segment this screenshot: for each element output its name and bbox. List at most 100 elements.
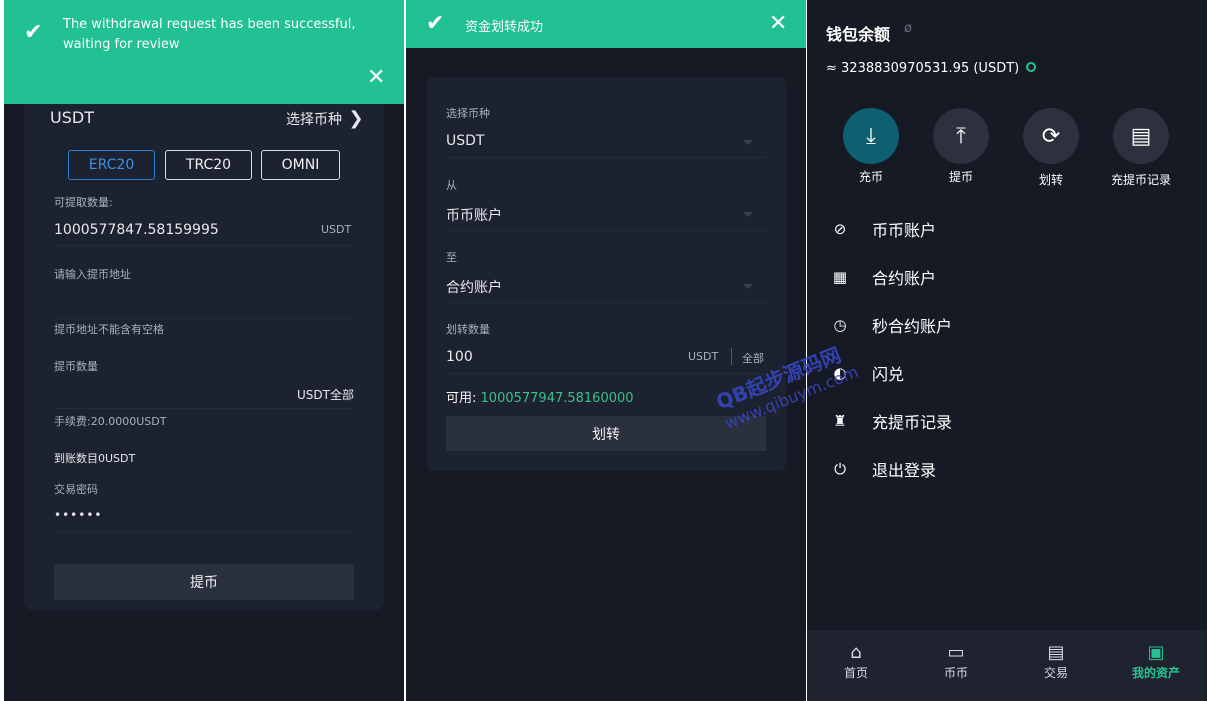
- action-label: 划转: [1038, 173, 1063, 187]
- action-records[interactable]: ▤ 充提币记录: [1096, 108, 1186, 188]
- power-icon: ⏻: [834, 460, 846, 478]
- home-icon: ⌂: [850, 642, 862, 663]
- menu-label: 合约账户: [872, 269, 937, 288]
- coin-name: USDT: [50, 108, 94, 127]
- clock-icon: ◷: [833, 316, 847, 334]
- divider: [54, 408, 354, 409]
- withdraw-panel: ✔ The withdrawal request has been succes…: [4, 0, 404, 701]
- action-label: 充币: [858, 170, 883, 184]
- available-unit: USDT: [321, 223, 352, 236]
- check-icon: ✔: [426, 11, 445, 36]
- transfer-all-button[interactable]: 全部: [742, 350, 764, 366]
- document-icon: ▤: [1113, 108, 1169, 164]
- tab-label: 我的资产: [1131, 666, 1180, 680]
- caret-down-icon: [743, 212, 753, 217]
- address-note: 提币地址不能含有空格: [54, 323, 164, 336]
- to-account-select[interactable]: 合约账户: [446, 277, 502, 297]
- wallet-panel: 钱包余额 ø ≈ 3238830970531.95 (USDT) ⤓ 充币 ⤒ …: [807, 0, 1207, 701]
- upload-icon: ⤒: [933, 108, 989, 164]
- coin-select-label: 选择币种: [446, 107, 490, 120]
- download-icon: ⤓: [843, 108, 899, 164]
- refresh-icon: ⟳: [1023, 108, 1079, 164]
- from-account-select[interactable]: 币币账户: [446, 205, 502, 225]
- menu-records[interactable]: ♜ 充提币记录: [831, 409, 952, 433]
- arrival-text: 到账数目0USDT: [54, 452, 136, 465]
- available-row: 可用: 1000577947.58160000: [446, 387, 634, 406]
- menu-label: 秒合约账户: [872, 317, 953, 336]
- select-coin-label: 选择币种: [286, 112, 342, 128]
- toast-message: 资金划转成功: [465, 20, 544, 35]
- available-label: 可提取数量:: [54, 196, 113, 209]
- divider: [54, 318, 354, 319]
- amount-input[interactable]: 100: [446, 349, 473, 365]
- menu-logout[interactable]: ⏻ 退出登录: [831, 457, 936, 481]
- eye-icon[interactable]: [1026, 62, 1036, 72]
- withdraw-submit-button[interactable]: 提币: [54, 564, 354, 600]
- menu-label: 退出登录: [872, 461, 937, 480]
- available-value: 1000577947.58160000: [480, 391, 634, 406]
- divider: [54, 532, 354, 533]
- wallet-title: 钱包余额: [826, 25, 891, 44]
- divider: [446, 157, 766, 158]
- folder-icon: ▭: [947, 642, 965, 663]
- tab-label: 币币: [943, 666, 968, 680]
- action-label: 充提币记录: [1110, 173, 1171, 187]
- tab-spot[interactable]: ▭ 币币: [916, 642, 996, 681]
- menu-spot-account[interactable]: ⊘ 币币账户: [831, 217, 936, 241]
- menu-second-contract-account[interactable]: ◷ 秒合约账户: [831, 313, 952, 337]
- network-erc20-button[interactable]: ERC20: [68, 150, 155, 180]
- transfer-submit-button[interactable]: 划转: [446, 416, 766, 451]
- menu-label: 充提币记录: [872, 413, 953, 432]
- amount-label: 提币数量: [54, 360, 98, 373]
- transfer-success-toast: ✔ 资金划转成功 ✕: [406, 0, 806, 48]
- amount-unit: USDT: [688, 350, 719, 363]
- withdraw-success-toast: ✔ The withdrawal request has been succes…: [4, 0, 404, 104]
- tab-trade[interactable]: ▤ 交易: [1016, 642, 1096, 681]
- divider: [446, 230, 766, 231]
- action-transfer[interactable]: ⟳ 划转: [1006, 108, 1096, 188]
- menu-label: 闪兑: [872, 365, 905, 384]
- address-input[interactable]: 请输入提币地址: [54, 266, 131, 282]
- chevron-right-icon: ❯: [348, 108, 364, 129]
- network-trc20-button[interactable]: TRC20: [165, 150, 252, 180]
- tab-label: 首页: [843, 666, 868, 680]
- tab-home[interactable]: ⌂ 首页: [816, 642, 896, 681]
- caret-down-icon: [743, 140, 753, 145]
- amount-all-button[interactable]: USDT全部: [297, 386, 354, 403]
- trade-icon: ▤: [1047, 642, 1065, 663]
- from-label: 从: [446, 179, 457, 192]
- bottom-tab-bar: ⌂ 首页 ▭ 币币 ▤ 交易 ▣ 我的资产: [807, 630, 1207, 701]
- fee-text: 手续费:20.0000USDT: [54, 415, 167, 428]
- close-icon[interactable]: ✕: [367, 67, 385, 89]
- action-withdraw[interactable]: ⤒ 提币: [916, 108, 1006, 185]
- menu-contract-account[interactable]: ▦ 合约账户: [831, 265, 936, 289]
- wallet-balance: ≈ 3238830970531.95 (USDT): [826, 61, 1020, 76]
- unit-separator: [731, 348, 732, 365]
- divider: [446, 373, 766, 374]
- action-deposit[interactable]: ⤓ 充币: [826, 108, 916, 185]
- available-label: 可用:: [446, 391, 477, 406]
- caret-down-icon: [743, 284, 753, 289]
- toast-message: The withdrawal request has been successf…: [63, 17, 356, 52]
- coin-select[interactable]: USDT: [446, 133, 484, 149]
- amount-label: 划转数量: [446, 323, 490, 336]
- divider: [446, 302, 766, 303]
- menu-label: 币币账户: [872, 221, 937, 240]
- available-value: 1000577847.58159995: [54, 222, 219, 238]
- network-omni-button[interactable]: OMNI: [261, 150, 340, 180]
- check-icon: ✔: [24, 20, 43, 45]
- tab-label: 交易: [1043, 666, 1068, 680]
- tab-my-assets[interactable]: ▣ 我的资产: [1116, 642, 1196, 681]
- transfer-panel: ✔ 资金划转成功 ✕ 选择币种 USDT 从 币币账户 至 合约账户 划转数量 …: [406, 0, 806, 701]
- divider: [54, 245, 354, 246]
- contract-icon: ▦: [832, 268, 848, 286]
- password-input[interactable]: ••••••: [54, 508, 102, 522]
- money-bag-icon: ♜: [833, 412, 847, 430]
- close-icon[interactable]: ✕: [769, 13, 787, 35]
- coin-icon: ⊘: [833, 220, 847, 238]
- eye-off-icon[interactable]: ø: [904, 21, 912, 36]
- action-label: 提币: [948, 170, 973, 184]
- to-label: 至: [446, 251, 457, 264]
- select-coin-button[interactable]: 选择币种 ❯: [286, 108, 364, 129]
- wallet-icon: ▣: [1147, 642, 1165, 663]
